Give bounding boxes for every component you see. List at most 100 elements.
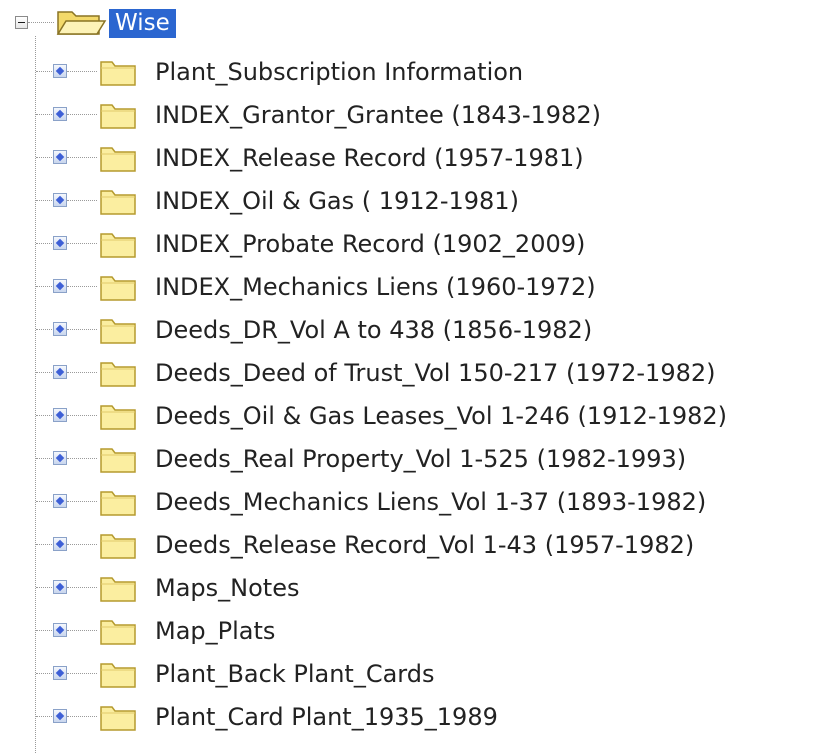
- folder-icon: [100, 104, 136, 129]
- folder-icon: [100, 319, 136, 344]
- tree-node-label: Deeds_Deed of Trust_Vol 150-217 (1972-19…: [155, 359, 716, 387]
- tree-node-7[interactable]: Deeds_DR_Vol A to 438 (1856-1982): [0, 309, 830, 352]
- tree-connector: [67, 243, 97, 244]
- folder-icon: [100, 663, 136, 688]
- tree-connector: [36, 114, 52, 115]
- expand-toggle-icon[interactable]: [53, 193, 67, 207]
- expand-toggle-icon[interactable]: [53, 322, 67, 336]
- tree-connector: [67, 544, 97, 545]
- tree-connector: [67, 415, 97, 416]
- folder-icon: [100, 448, 136, 473]
- tree-connector: [67, 329, 97, 330]
- tree-node-3[interactable]: INDEX_Release Record (1957-1981): [0, 137, 830, 180]
- folder-icon: [100, 577, 136, 602]
- tree-connector: [36, 372, 52, 373]
- tree-node-6[interactable]: INDEX_Mechanics Liens (1960-1972): [0, 266, 830, 309]
- open-folder-icon: [56, 11, 107, 35]
- expand-toggle-icon[interactable]: [53, 150, 67, 164]
- tree-connector: [36, 630, 52, 631]
- tree-node-12[interactable]: Deeds_Release Record_Vol 1-43 (1957-1982…: [0, 524, 830, 567]
- tree-node-label: Maps_Notes: [155, 574, 300, 602]
- tree-connector: [67, 157, 97, 158]
- folder-icon: [100, 147, 136, 172]
- tree-connector: [67, 673, 97, 674]
- tree-root-label[interactable]: Wise: [109, 9, 176, 38]
- expand-toggle-icon[interactable]: [53, 408, 67, 422]
- tree-connector: [36, 458, 52, 459]
- tree-node-10[interactable]: Deeds_Real Property_Vol 1-525 (1982-1993…: [0, 438, 830, 481]
- tree-connector: [67, 716, 97, 717]
- tree-connector: [67, 114, 97, 115]
- tree-node-15[interactable]: Plant_Back Plant_Cards: [0, 653, 830, 696]
- tree-connector: [36, 71, 52, 72]
- tree-node-label: Plant_Subscription Information: [155, 58, 524, 86]
- folder-icon: [100, 534, 136, 559]
- expand-toggle-icon[interactable]: [53, 666, 67, 680]
- expand-toggle-icon[interactable]: [53, 580, 67, 594]
- tree-connector: [36, 329, 52, 330]
- expand-toggle-icon[interactable]: [53, 537, 67, 551]
- expand-toggle-icon[interactable]: [53, 107, 67, 121]
- tree-connector: [67, 286, 97, 287]
- tree-connector: [36, 544, 52, 545]
- expand-toggle-icon[interactable]: [53, 709, 67, 723]
- expand-toggle-icon[interactable]: [53, 365, 67, 379]
- tree-connector: [67, 372, 97, 373]
- tree-node-8[interactable]: Deeds_Deed of Trust_Vol 150-217 (1972-19…: [0, 352, 830, 395]
- tree-node-14[interactable]: Map_Plats: [0, 610, 830, 653]
- tree-node-label: INDEX_Grantor_Grantee (1843-1982): [155, 101, 601, 129]
- tree-connector: [67, 630, 97, 631]
- folder-icon: [100, 61, 136, 86]
- folder-icon: [100, 620, 136, 645]
- tree-node-5[interactable]: INDEX_Probate Record (1902_2009): [0, 223, 830, 266]
- tree-connector: [67, 587, 97, 588]
- tree-connector: [28, 22, 54, 23]
- expand-toggle-icon[interactable]: [53, 623, 67, 637]
- tree-node-2[interactable]: INDEX_Grantor_Grantee (1843-1982): [0, 94, 830, 137]
- tree-node-label: INDEX_Release Record (1957-1981): [155, 144, 584, 172]
- tree-node-9[interactable]: Deeds_Oil & Gas Leases_Vol 1-246 (1912-1…: [0, 395, 830, 438]
- expand-toggle-icon[interactable]: [53, 494, 67, 508]
- folder-icon: [100, 362, 136, 387]
- tree-root-node[interactable]: Wise: [0, 5, 400, 41]
- tree-connector: [67, 458, 97, 459]
- tree-node-16[interactable]: Plant_Card Plant_1935_1989: [0, 696, 830, 739]
- tree-connector: [36, 587, 52, 588]
- tree-node-label: Deeds_DR_Vol A to 438 (1856-1982): [155, 316, 593, 344]
- collapse-toggle-icon[interactable]: [15, 16, 28, 29]
- tree-connector: [67, 200, 97, 201]
- folder-icon: [100, 405, 136, 430]
- expand-toggle-icon[interactable]: [53, 236, 67, 250]
- tree-node-label: Deeds_Release Record_Vol 1-43 (1957-1982…: [155, 531, 695, 559]
- tree-node-label: INDEX_Mechanics Liens (1960-1972): [155, 273, 596, 301]
- folder-icon: [100, 190, 136, 215]
- expand-toggle-icon[interactable]: [53, 451, 67, 465]
- tree-connector: [36, 157, 52, 158]
- tree-node-label: Plant_Card Plant_1935_1989: [155, 703, 498, 731]
- tree-node-1[interactable]: Plant_Subscription Information: [0, 51, 830, 94]
- tree-children: Plant_Subscription Information INDEX_Gra…: [0, 51, 830, 739]
- tree-node-4[interactable]: INDEX_Oil & Gas ( 1912-1981): [0, 180, 830, 223]
- expand-toggle-icon[interactable]: [53, 64, 67, 78]
- tree-connector: [67, 71, 97, 72]
- tree-connector: [36, 716, 52, 717]
- tree-node-label: Deeds_Oil & Gas Leases_Vol 1-246 (1912-1…: [155, 402, 728, 430]
- tree-node-label: INDEX_Oil & Gas ( 1912-1981): [155, 187, 519, 215]
- folder-icon: [100, 706, 136, 731]
- tree-connector: [36, 200, 52, 201]
- tree-connector: [36, 501, 52, 502]
- tree-node-13[interactable]: Maps_Notes: [0, 567, 830, 610]
- folder-icon: [100, 491, 136, 516]
- folder-icon: [100, 276, 136, 301]
- tree-connector: [36, 286, 52, 287]
- expand-toggle-icon[interactable]: [53, 279, 67, 293]
- tree-connector: [67, 501, 97, 502]
- tree-node-11[interactable]: Deeds_Mechanics Liens_Vol 1-37 (1893-198…: [0, 481, 830, 524]
- tree-connector: [36, 673, 52, 674]
- tree-node-label: Map_Plats: [155, 617, 276, 645]
- tree-node-label: Deeds_Real Property_Vol 1-525 (1982-1993…: [155, 445, 687, 473]
- tree-node-label: INDEX_Probate Record (1902_2009): [155, 230, 586, 258]
- folder-tree: Wise Plant_Subscription Information INDE…: [0, 0, 830, 753]
- folder-icon: [100, 233, 136, 258]
- tree-connector: [36, 243, 52, 244]
